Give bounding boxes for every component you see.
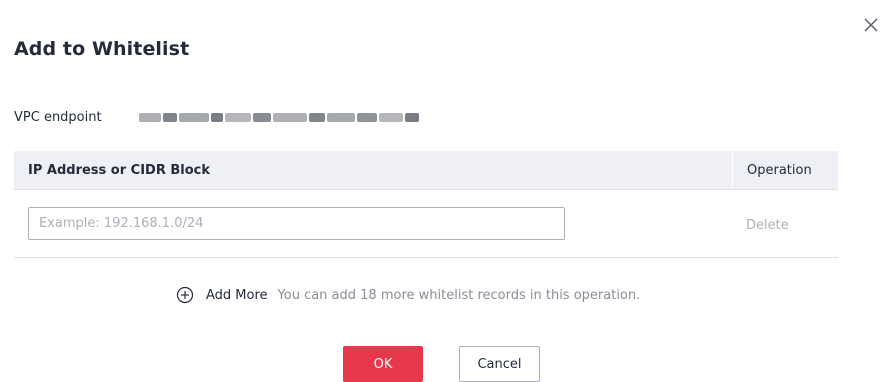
add-more-hint: You can add 18 more whitelist records in… — [277, 287, 641, 303]
ip-address-input[interactable] — [28, 207, 565, 240]
table-header: IP Address or CIDR Block Operation — [14, 151, 838, 190]
plus-circle-icon[interactable] — [176, 286, 194, 304]
whitelist-table: IP Address or CIDR Block Operation Delet… — [14, 151, 838, 258]
column-header-operation: Operation — [747, 162, 812, 178]
table-row: Delete — [14, 190, 838, 258]
dialog-title: Add to Whitelist — [14, 38, 190, 60]
add-more-row: Add More You can add 18 more whitelist r… — [176, 286, 640, 304]
vpc-endpoint-label: VPC endpoint — [14, 110, 102, 125]
column-header-ip: IP Address or CIDR Block — [14, 151, 733, 189]
close-icon — [864, 18, 878, 32]
ip-cell — [14, 207, 733, 240]
ok-button[interactable]: OK — [343, 346, 423, 382]
vpc-endpoint-value — [139, 109, 449, 125]
operation-cell: Delete — [733, 214, 838, 233]
add-more-link[interactable]: Add More — [206, 288, 268, 303]
close-button[interactable] — [860, 14, 882, 36]
cancel-button[interactable]: Cancel — [459, 346, 540, 382]
delete-link[interactable]: Delete — [746, 218, 789, 233]
